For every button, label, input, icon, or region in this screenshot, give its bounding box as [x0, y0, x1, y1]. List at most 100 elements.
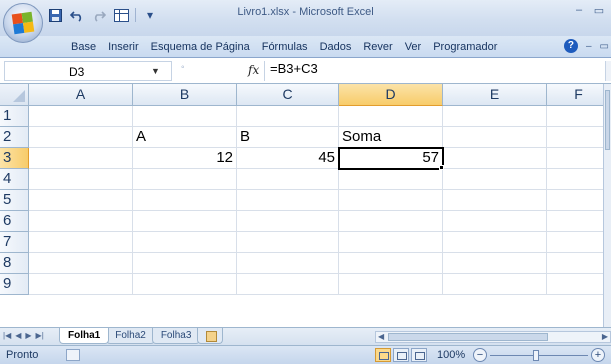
cell-a6[interactable] — [29, 211, 133, 232]
row-header-2[interactable]: 2 — [0, 127, 29, 148]
cell-c4[interactable] — [237, 169, 339, 190]
cell-d5[interactable] — [339, 190, 443, 211]
ribbon-minimize-icon[interactable]: – — [586, 41, 592, 52]
cell-e6[interactable] — [443, 211, 547, 232]
horizontal-scrollbar[interactable]: ◀ ▶ — [375, 331, 611, 343]
cell-e7[interactable] — [443, 232, 547, 253]
scroll-right-icon[interactable]: ▶ — [602, 332, 608, 341]
cell-b3[interactable]: 12 — [133, 148, 237, 169]
cell-f5[interactable] — [547, 190, 611, 211]
cell-c9[interactable] — [237, 274, 339, 295]
sheet-tab-folha2[interactable]: Folha2 — [106, 328, 155, 344]
cell-c2[interactable]: B — [237, 127, 339, 148]
cell-e3[interactable] — [443, 148, 547, 169]
cell-a8[interactable] — [29, 253, 133, 274]
tab-dados[interactable]: Dados — [314, 40, 358, 54]
zoom-slider-thumb[interactable] — [533, 350, 539, 361]
cell-a9[interactable] — [29, 274, 133, 295]
row-header-4[interactable]: 4 — [0, 169, 29, 190]
formula-bar-splitter-icon[interactable]: ◦ — [181, 62, 185, 73]
cell-f8[interactable] — [547, 253, 611, 274]
formula-bar-expand-button[interactable] — [605, 61, 611, 81]
column-header-f[interactable]: F — [547, 84, 611, 106]
chevron-down-icon[interactable]: ▼ — [151, 66, 160, 76]
row-header-9[interactable]: 9 — [0, 274, 29, 295]
cell-a1[interactable] — [29, 106, 133, 127]
fill-handle[interactable] — [439, 165, 444, 170]
cell-e9[interactable] — [443, 274, 547, 295]
cell-d4[interactable] — [339, 169, 443, 190]
tab-base[interactable]: Base — [65, 40, 102, 54]
maximize-icon[interactable]: ▭ — [593, 4, 605, 17]
cell-f3[interactable] — [547, 148, 611, 169]
cell-e1[interactable] — [443, 106, 547, 127]
cell-b8[interactable] — [133, 253, 237, 274]
insert-function-icon[interactable]: fx — [248, 63, 259, 77]
cell-f4[interactable] — [547, 169, 611, 190]
horizontal-scroll-thumb[interactable] — [388, 333, 548, 341]
cell-a3[interactable] — [29, 148, 133, 169]
cell-c8[interactable] — [237, 253, 339, 274]
formula-input[interactable]: =B3+C3 — [270, 61, 318, 76]
cell-d9[interactable] — [339, 274, 443, 295]
column-header-c[interactable]: C — [237, 84, 339, 106]
column-header-d[interactable]: D — [339, 84, 443, 106]
cell-c7[interactable] — [237, 232, 339, 253]
cell-c5[interactable] — [237, 190, 339, 211]
cell-e2[interactable] — [443, 127, 547, 148]
tab-rever[interactable]: Rever — [357, 40, 398, 54]
prev-sheet-icon[interactable]: ◀ — [15, 331, 21, 340]
insert-sheet-icon[interactable] — [197, 328, 224, 344]
cell-d6[interactable] — [339, 211, 443, 232]
row-header-1[interactable]: 1 — [0, 106, 29, 127]
cell-d3[interactable]: 57 — [338, 147, 444, 170]
cell-b2[interactable]: A — [133, 127, 237, 148]
first-sheet-icon[interactable]: |◀ — [3, 331, 11, 340]
row-header-3[interactable]: 3 — [0, 148, 29, 169]
cell-e5[interactable] — [443, 190, 547, 211]
cell-b6[interactable] — [133, 211, 237, 232]
cell-b4[interactable] — [133, 169, 237, 190]
vertical-scroll-thumb[interactable] — [605, 90, 610, 150]
cell-f6[interactable] — [547, 211, 611, 232]
cell-a5[interactable] — [29, 190, 133, 211]
cell-e4[interactable] — [443, 169, 547, 190]
cell-d8[interactable] — [339, 253, 443, 274]
row-header-7[interactable]: 7 — [0, 232, 29, 253]
column-header-b[interactable]: B — [133, 84, 237, 106]
cell-e8[interactable] — [443, 253, 547, 274]
page-layout-view-button[interactable] — [393, 348, 409, 362]
sheet-tab-folha3[interactable]: Folha3 — [151, 328, 201, 344]
tab-inserir[interactable]: Inserir — [102, 40, 145, 54]
minimize-icon[interactable]: – — [573, 4, 585, 17]
cell-b1[interactable] — [133, 106, 237, 127]
ribbon-restore-icon[interactable]: ▭ — [600, 41, 609, 52]
cell-f2[interactable] — [547, 127, 611, 148]
sheet-tab-folha1[interactable]: Folha1 — [59, 328, 110, 344]
zoom-out-icon[interactable]: − — [473, 348, 487, 362]
cell-f9[interactable] — [547, 274, 611, 295]
page-break-view-button[interactable] — [411, 348, 427, 362]
cell-a4[interactable] — [29, 169, 133, 190]
vertical-scrollbar[interactable] — [603, 84, 611, 327]
cell-b7[interactable] — [133, 232, 237, 253]
next-sheet-icon[interactable]: ▶ — [25, 331, 31, 340]
row-header-5[interactable]: 5 — [0, 190, 29, 211]
help-icon[interactable]: ? — [563, 39, 578, 53]
tab-esquema-de-pagina[interactable]: Esquema de Página — [145, 40, 256, 54]
tab-ver[interactable]: Ver — [399, 40, 428, 54]
zoom-in-icon[interactable]: + — [591, 348, 605, 362]
cell-d2[interactable]: Soma — [339, 127, 443, 148]
cell-f1[interactable] — [547, 106, 611, 127]
normal-view-button[interactable] — [375, 348, 391, 362]
tab-formulas[interactable]: Fórmulas — [256, 40, 314, 54]
cell-b9[interactable] — [133, 274, 237, 295]
zoom-slider-track[interactable] — [490, 355, 588, 356]
column-header-a[interactable]: A — [29, 84, 133, 106]
cell-f7[interactable] — [547, 232, 611, 253]
cell-d1[interactable] — [339, 106, 443, 127]
cell-a2[interactable] — [29, 127, 133, 148]
cell-c1[interactable] — [237, 106, 339, 127]
cell-a7[interactable] — [29, 232, 133, 253]
scroll-left-icon[interactable]: ◀ — [378, 332, 384, 341]
